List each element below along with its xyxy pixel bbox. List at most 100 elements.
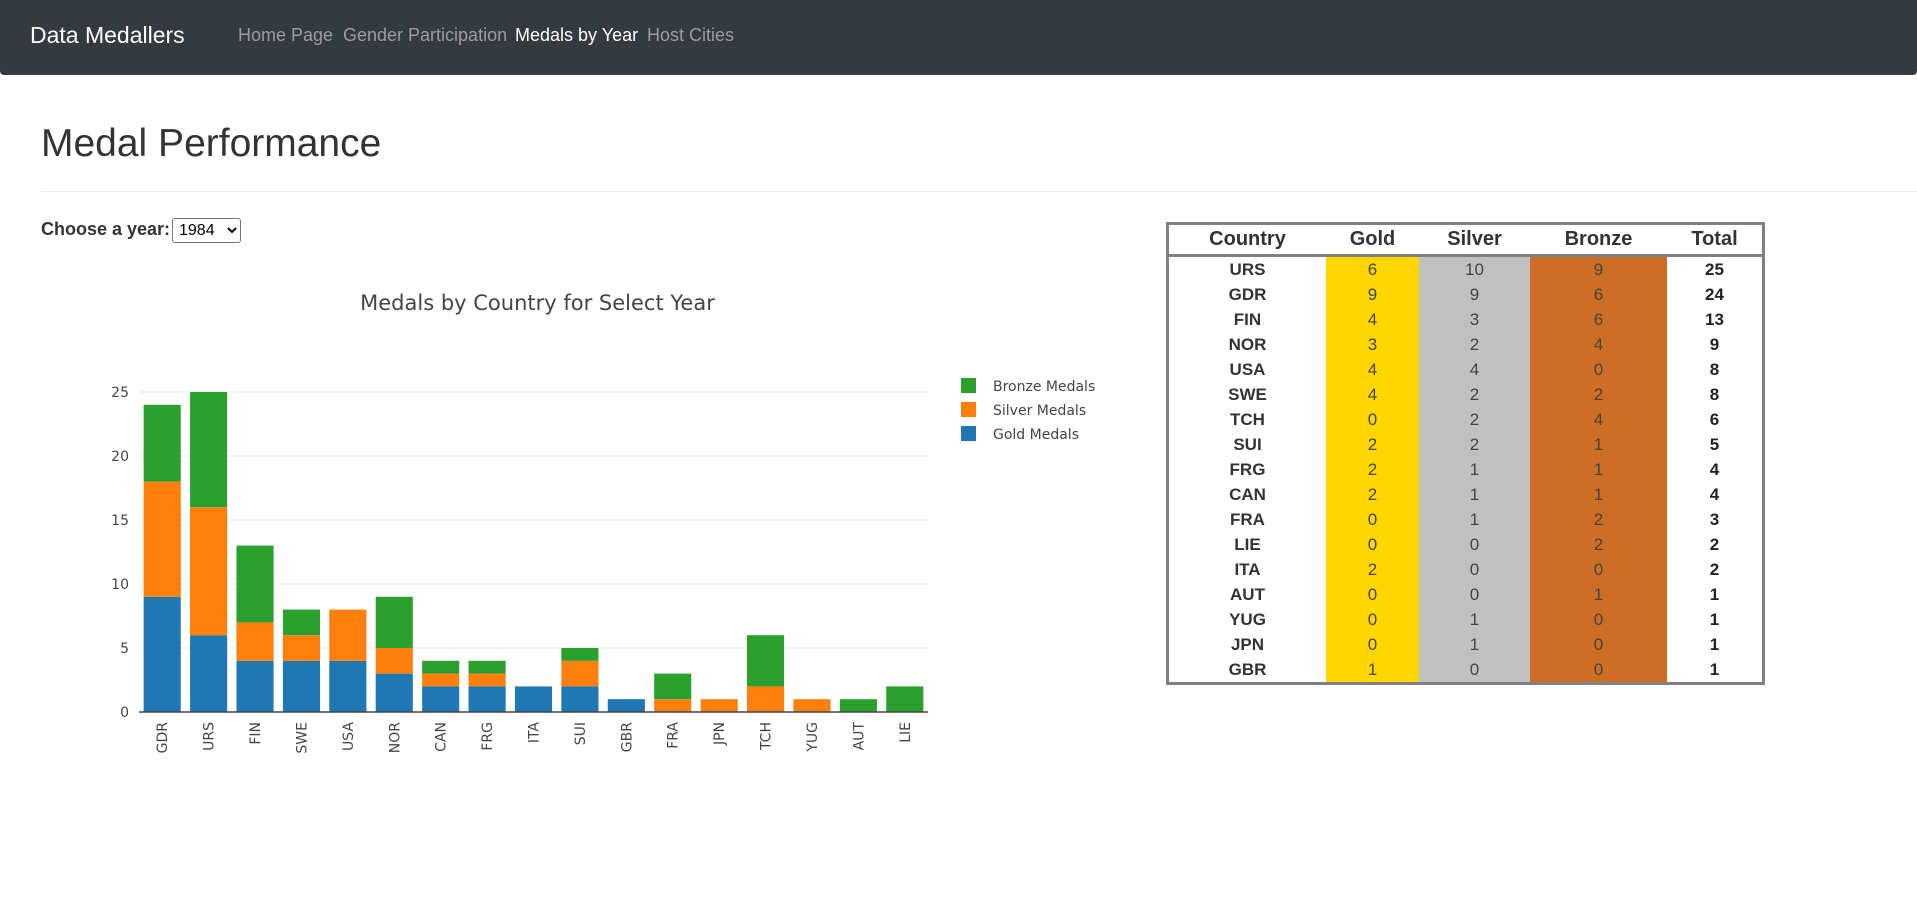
cell-gold: 0 (1326, 407, 1419, 432)
cell-silver: 2 (1419, 432, 1530, 457)
divider (41, 191, 1917, 192)
cell-gold: 2 (1326, 482, 1419, 507)
cell-gold: 4 (1326, 357, 1419, 382)
x-tick-label: GDR (155, 722, 171, 754)
cell-bronze: 4 (1530, 332, 1667, 357)
legend-label: Bronze Medals (993, 379, 1095, 395)
bar-bronze-medals (143, 404, 181, 482)
brand-logo[interactable]: Data Medallers (30, 22, 185, 49)
table-row: TCH 0 2 4 6 (1169, 407, 1762, 432)
bar-silver-medals (793, 699, 831, 712)
cell-country: CAN (1229, 484, 1266, 504)
cell-total: 6 (1709, 409, 1720, 429)
cell-bronze: 4 (1530, 407, 1667, 432)
y-tick-label: 5 (120, 641, 129, 657)
table-row: FRG 2 1 1 4 (1169, 457, 1762, 482)
cell-gold: 2 (1326, 557, 1419, 582)
cell-bronze: 0 (1530, 657, 1667, 682)
page-title: Medal Performance (41, 122, 382, 165)
cell-total: 1 (1709, 609, 1720, 629)
cell-silver: 1 (1419, 607, 1530, 632)
cell-silver: 2 (1419, 332, 1530, 357)
bar-gold-medals (236, 660, 274, 712)
bar-gold-medals (607, 699, 645, 712)
nav-host-cities[interactable]: Host Cities (647, 25, 734, 46)
cell-country: SWE (1228, 384, 1267, 404)
cell-total: 1 (1709, 659, 1720, 679)
cell-silver: 3 (1419, 307, 1530, 332)
year-select[interactable]: 1984 (172, 218, 241, 243)
cell-silver: 1 (1419, 632, 1530, 657)
cell-gold: 0 (1326, 507, 1419, 532)
table-row: LIE 0 0 2 2 (1169, 532, 1762, 557)
x-tick-label: JPN (712, 722, 728, 746)
bar-gold-medals (468, 686, 506, 712)
nav-medals-by-year[interactable]: Medals by Year (515, 25, 638, 46)
bar-bronze-medals (236, 545, 274, 623)
cell-silver: 4 (1419, 357, 1530, 382)
bar-gold-medals (514, 686, 553, 712)
bar-bronze-medals (190, 392, 228, 508)
table-row: CAN 2 1 1 4 (1169, 482, 1762, 507)
bar-silver-medals (654, 699, 692, 712)
cell-total: 8 (1709, 384, 1720, 404)
bar-gold-medals (329, 660, 367, 712)
cell-total: 1 (1709, 584, 1720, 604)
y-tick-label: 10 (111, 577, 129, 593)
cell-total: 2 (1709, 559, 1720, 579)
cell-gold: 0 (1326, 607, 1419, 632)
x-tick-label: FRG (480, 722, 496, 751)
cell-bronze: 2 (1530, 382, 1667, 407)
cell-country: TCH (1230, 409, 1265, 429)
bar-bronze-medals (839, 699, 877, 712)
cell-gold: 0 (1326, 632, 1419, 657)
cell-bronze: 2 (1530, 507, 1667, 532)
bar-silver-medals (143, 481, 181, 597)
col-header-gold: Gold (1326, 225, 1419, 257)
medal-table: Country Gold Silver Bronze Total URS 6 10 9 25 GD… (1166, 222, 1765, 685)
table-row: NOR 3 2 4 9 (1169, 332, 1762, 357)
col-header-country: Country (1169, 225, 1326, 257)
cell-gold: 2 (1326, 432, 1419, 457)
table-row: ITA 2 0 0 2 (1169, 557, 1762, 582)
bar-bronze-medals (561, 648, 599, 661)
table-body: URS 6 10 9 25 GDR 9 9 6 24 FIN 4 3 6 13 NOR 3 2 4 9 USA 4 4 0 8 S… (1169, 255, 1762, 682)
cell-total: 2 (1709, 534, 1720, 554)
legend-swatch (961, 426, 976, 441)
nav-gender-participation[interactable]: Gender Participation (343, 25, 507, 46)
cell-bronze: 6 (1530, 282, 1667, 307)
cell-silver: 1 (1419, 507, 1530, 532)
cell-gold: 0 (1326, 532, 1419, 557)
table-header-row: Country Gold Silver Bronze Total (1169, 225, 1762, 257)
bar-bronze-medals (422, 660, 460, 674)
x-tick-label: ITA (527, 722, 543, 744)
bar-silver-medals (329, 609, 367, 661)
nav-home-page[interactable]: Home Page (238, 25, 333, 46)
cell-gold: 3 (1326, 332, 1419, 357)
bar-gold-medals (561, 686, 599, 712)
bar-gold-medals (282, 660, 321, 712)
cell-silver: 0 (1419, 532, 1530, 557)
bar-silver-medals (700, 699, 738, 712)
y-tick-label: 0 (120, 705, 129, 721)
cell-total: 25 (1705, 259, 1724, 279)
cell-bronze: 9 (1530, 255, 1667, 282)
cell-bronze: 2 (1530, 532, 1667, 557)
table-row: YUG 0 1 0 1 (1169, 607, 1762, 632)
bar-silver-medals (375, 648, 413, 674)
bar-silver-medals (282, 635, 321, 661)
table-row: SUI 2 2 1 5 (1169, 432, 1762, 457)
cell-silver: 0 (1419, 657, 1530, 682)
cell-bronze: 1 (1530, 482, 1667, 507)
x-tick-label: GBR (619, 722, 635, 752)
bar-gold-medals (190, 635, 228, 712)
bar-silver-medals (190, 507, 228, 636)
cell-country: SUI (1233, 434, 1262, 454)
x-tick-label: YUG (805, 722, 821, 753)
medals-bar-chart: Medals by Country for Select Year 0 5 10 15 2… (111, 291, 1095, 754)
cell-silver: 0 (1419, 557, 1530, 582)
cell-bronze: 1 (1530, 457, 1667, 482)
x-tick-label: URS (202, 722, 218, 751)
bar-bronze-medals (282, 609, 321, 636)
cell-total: 1 (1709, 634, 1720, 654)
